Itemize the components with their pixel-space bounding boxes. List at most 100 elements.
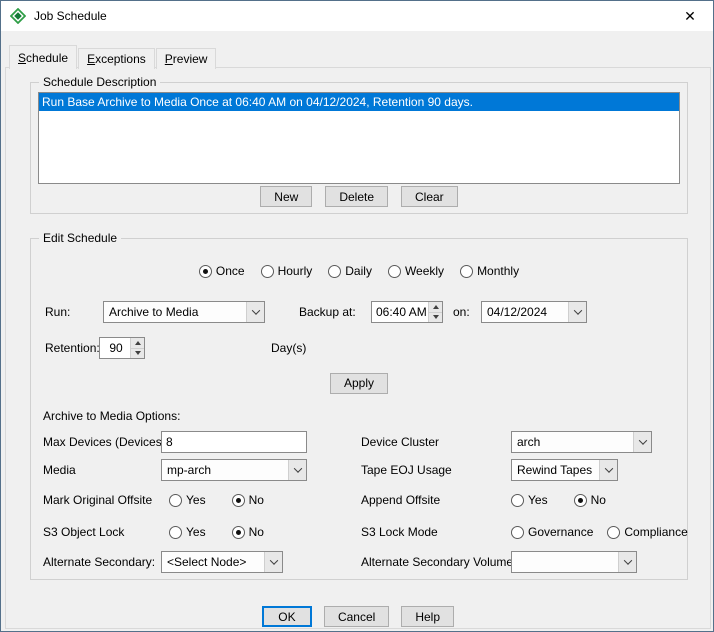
spin-down-icon[interactable]: [428, 312, 442, 323]
frequency-hourly-radio[interactable]: Hourly: [261, 264, 313, 278]
device-cluster-select[interactable]: arch: [511, 431, 652, 453]
tape-eoj-value: Rewind Tapes: [517, 463, 592, 477]
media-row: Media mp-arch Tape EOJ Usage Rewind Tape…: [31, 459, 687, 483]
apply-row: Apply: [31, 371, 687, 395]
chevron-down-icon[interactable]: [599, 460, 617, 480]
run-label: Run:: [45, 301, 70, 323]
frequency-daily-radio[interactable]: Daily: [328, 264, 372, 278]
clear-button[interactable]: Clear: [401, 186, 458, 207]
close-icon[interactable]: ✕: [667, 1, 713, 31]
append-offsite-no-radio[interactable]: No: [574, 493, 606, 507]
backup-at-label: Backup at:: [299, 301, 356, 323]
radio-icon: [199, 265, 212, 278]
edit-schedule-legend: Edit Schedule: [39, 231, 121, 245]
date-select[interactable]: 04/12/2024: [481, 301, 587, 323]
radio-icon: [328, 265, 341, 278]
title-bar: Job Schedule ✕: [1, 1, 713, 31]
no-label: No: [249, 525, 264, 539]
radio-icon: [511, 494, 524, 507]
tab-schedule[interactable]: Schedule: [9, 45, 77, 69]
tape-eoj-label: Tape EOJ Usage: [361, 459, 452, 481]
backup-time-value: 06:40 AM: [376, 305, 427, 319]
append-offsite-yes-radio[interactable]: Yes: [511, 493, 548, 507]
spin-down-icon[interactable]: [130, 348, 144, 359]
schedule-list[interactable]: Run Base Archive to Media Once at 06:40 …: [38, 92, 680, 184]
frequency-monthly-radio[interactable]: Monthly: [460, 264, 519, 278]
new-button[interactable]: New: [260, 186, 312, 207]
radio-icon: [574, 494, 587, 507]
tape-eoj-select[interactable]: Rewind Tapes: [511, 459, 618, 481]
alternate-secondary-row: Alternate Secondary: <Select Node> Alter…: [31, 551, 687, 575]
mark-original-offsite-radios: Yes No: [169, 489, 264, 511]
run-select[interactable]: Archive to Media: [103, 301, 265, 323]
tab-exceptions[interactable]: Exceptions: [78, 48, 155, 69]
spin-up-icon[interactable]: [130, 338, 144, 348]
yes-label: Yes: [186, 493, 206, 507]
s3-object-lock-radios: Yes No: [169, 521, 264, 543]
alternate-secondary-volume-label: Alternate Secondary Volume:: [361, 551, 516, 573]
tab-schedule-label: Schedule: [18, 51, 68, 65]
radio-icon: [261, 265, 274, 278]
yes-label: Yes: [186, 525, 206, 539]
frequency-daily-label: Daily: [345, 264, 372, 278]
s3-object-lock-label: S3 Object Lock: [43, 521, 124, 543]
chevron-down-icon[interactable]: [633, 432, 651, 452]
media-value: mp-arch: [167, 463, 211, 477]
radio-icon: [607, 526, 620, 539]
radio-icon: [460, 265, 473, 278]
s3-lock-mode-governance-radio[interactable]: Governance: [511, 525, 593, 539]
mark-original-offsite-yes-radio[interactable]: Yes: [169, 493, 206, 507]
apply-button[interactable]: Apply: [330, 373, 388, 394]
footer-buttons: OK Cancel Help: [6, 606, 710, 627]
radio-icon: [232, 526, 245, 539]
delete-button[interactable]: Delete: [325, 186, 388, 207]
days-unit-label: Day(s): [271, 337, 306, 359]
tab-strip: Schedule Exceptions Preview: [9, 45, 217, 69]
spin-up-icon[interactable]: [428, 302, 442, 312]
chevron-down-icon[interactable]: [618, 552, 636, 572]
help-button[interactable]: Help: [401, 606, 454, 627]
mark-original-offsite-no-radio[interactable]: No: [232, 493, 264, 507]
s3-object-lock-yes-radio[interactable]: Yes: [169, 525, 206, 539]
chevron-down-icon[interactable]: [246, 302, 264, 322]
schedule-description-legend: Schedule Description: [39, 75, 160, 89]
alternate-secondary-volume-select[interactable]: [511, 551, 637, 573]
s3-lock-mode-radios: Governance Compliance: [511, 521, 688, 543]
no-label: No: [249, 493, 264, 507]
max-devices-input[interactable]: [161, 431, 307, 453]
append-offsite-radios: Yes No: [511, 489, 606, 511]
frequency-radio-group: Once Hourly Daily Weekly Monthly: [31, 259, 687, 283]
schedule-list-item[interactable]: Run Base Archive to Media Once at 06:40 …: [39, 93, 679, 111]
radio-icon: [232, 494, 245, 507]
retention-stepper[interactable]: 90: [99, 337, 145, 359]
backup-time-stepper[interactable]: 06:40 AM: [371, 301, 443, 323]
media-select[interactable]: mp-arch: [161, 459, 307, 481]
frequency-once-radio[interactable]: Once: [199, 264, 245, 278]
archive-options-heading: Archive to Media Options:: [43, 409, 180, 423]
cancel-button[interactable]: Cancel: [324, 606, 389, 627]
s3-lock-mode-compliance-radio[interactable]: Compliance: [607, 525, 687, 539]
chevron-down-icon[interactable]: [568, 302, 586, 322]
s3-object-lock-no-radio[interactable]: No: [232, 525, 264, 539]
frequency-weekly-label: Weekly: [405, 264, 444, 278]
alternate-secondary-label: Alternate Secondary:: [43, 551, 155, 573]
run-select-value: Archive to Media: [109, 305, 198, 319]
s3-lock-mode-label: S3 Lock Mode: [361, 521, 438, 543]
retention-label: Retention:: [45, 337, 100, 359]
spinner-buttons: [428, 302, 442, 322]
alternate-secondary-select[interactable]: <Select Node>: [161, 551, 283, 573]
ok-button[interactable]: OK: [262, 606, 312, 627]
frequency-monthly-label: Monthly: [477, 264, 519, 278]
radio-icon: [388, 265, 401, 278]
schedule-description-buttons: New Delete Clear: [31, 186, 687, 207]
chevron-down-icon[interactable]: [264, 552, 282, 572]
frequency-weekly-radio[interactable]: Weekly: [388, 264, 444, 278]
tab-exceptions-label: Exceptions: [87, 52, 146, 66]
chevron-down-icon[interactable]: [288, 460, 306, 480]
alternate-secondary-value: <Select Node>: [167, 555, 246, 569]
device-cluster-value: arch: [517, 435, 540, 449]
spinner-buttons: [130, 338, 144, 358]
date-select-value: 04/12/2024: [487, 305, 547, 319]
max-devices-row: Max Devices (Devices) Device Cluster arc…: [31, 431, 687, 455]
tab-preview[interactable]: Preview: [156, 48, 217, 69]
